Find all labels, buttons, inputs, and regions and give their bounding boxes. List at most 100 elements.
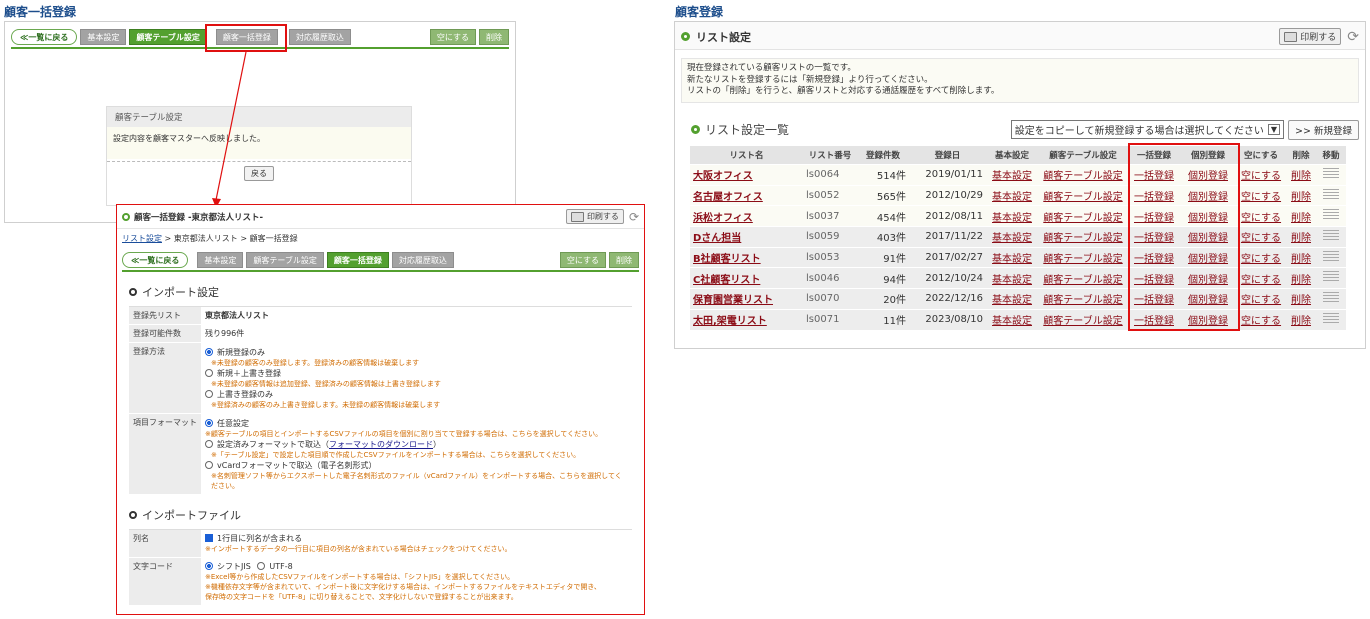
list-name-link[interactable]: Dさん担当 [693,233,741,244]
empty-link[interactable]: 空にする [1241,192,1281,203]
basic-settings-link[interactable]: 基本設定 [992,233,1032,244]
tab-basic[interactable]: 基本設定 [197,252,244,268]
delete-link[interactable]: 削除 [1291,192,1311,203]
radio-icon[interactable] [205,461,213,469]
empty-link[interactable]: 空にする [1241,233,1281,244]
drag-handle-icon[interactable] [1323,209,1339,221]
table-cell: 2023/08/10 [909,309,986,331]
basic-settings-link[interactable]: 基本設定 [992,254,1032,265]
radio-icon[interactable] [205,440,213,448]
tab-history-import[interactable]: 対応履歴取込 [391,252,454,268]
list-no: ls0070 [806,293,840,305]
list-date: 2022/12/16 [925,293,983,305]
format-option-vcard[interactable]: vCardフォーマットで取込（電子名刺形式） [205,460,628,471]
tab-bulk-register[interactable]: 顧客一括登録 [326,252,389,268]
list-name-link[interactable]: 保育園営業リスト [693,295,773,306]
basic-settings-link[interactable]: 基本設定 [992,213,1032,224]
list-name-link[interactable]: C社顧客リスト [693,275,760,286]
import-window: 顧客一括登録 -東京都法人リスト- 印刷する ⟳ リスト設定 > 東京都法人リス… [116,204,645,615]
delete-link[interactable]: 削除 [1291,254,1311,265]
delete-link[interactable]: 削除 [1291,213,1311,224]
delete-link[interactable]: 削除 [1291,275,1311,286]
breadcrumb-list-settings[interactable]: リスト設定 [122,234,162,243]
basic-settings-link[interactable]: 基本設定 [992,171,1032,182]
table-settings-link[interactable]: 顧客テーブル設定 [1043,275,1122,286]
table-settings-link[interactable]: 顧客テーブル設定 [1043,171,1122,182]
drag-handle-icon[interactable] [1323,271,1339,283]
print-button-small[interactable]: 印刷する [565,209,624,224]
table-cell: 削除 [1286,247,1316,269]
format-option-preset[interactable]: 設定済みフォーマットで取込（フォーマットのダウンロード） [205,439,628,450]
table-settings-link[interactable]: 顧客テーブル設定 [1043,316,1122,327]
table-settings-link[interactable]: 顧客テーブル設定 [1043,254,1122,265]
encoding-option-sjis[interactable]: シフトJIS [205,562,251,571]
tab-empty[interactable]: 空にする [559,252,606,268]
method-option-new[interactable]: 新規登録のみ [205,347,628,358]
table-cell: 空にする [1236,309,1286,331]
drag-handle-icon[interactable] [1323,250,1339,262]
new-register-button[interactable]: >> 新規登録 [1288,119,1359,140]
method-label: 登録方法 [129,343,201,413]
method-option-overwrite[interactable]: 上書き登録のみ [205,389,628,400]
tab-delete[interactable]: 削除 [609,252,639,268]
title-bullet-icon [122,212,130,221]
table-settings-link[interactable]: 顧客テーブル設定 [1043,213,1122,224]
table-cell: ls0059 [803,226,857,248]
list-name-link[interactable]: 大阪オフィス [693,171,753,182]
basic-settings-link[interactable]: 基本設定 [992,316,1032,327]
drag-handle-icon[interactable] [1323,167,1339,179]
col-basic: 基本設定 [986,145,1038,165]
copy-select[interactable]: 設定をコピーして新規登録する場合は選択してください ▼ [1010,120,1285,139]
delete-link[interactable]: 削除 [1291,316,1311,327]
delete-link[interactable]: 削除 [1291,233,1311,244]
tab-back[interactable]: ≪一覧に戻る [122,252,189,268]
empty-link[interactable]: 空にする [1241,254,1281,265]
drag-handle-icon[interactable] [1323,229,1339,241]
panel-title: リスト設定 [696,30,751,44]
column-checkbox[interactable]: 1行目に列名が含まれる [205,533,628,544]
radio-icon[interactable] [205,369,213,377]
tab-customer-table[interactable]: 顧客テーブル設定 [246,252,324,268]
refresh-icon[interactable]: ⟳ [629,210,639,224]
table-cell: 2017/02/27 [909,247,986,269]
table-cell: 11件 [857,309,909,331]
radio-selected-icon[interactable] [205,562,213,570]
drag-handle-icon[interactable] [1323,188,1339,200]
table-cell: 基本設定 [986,226,1038,248]
format-option-custom[interactable]: 任意設定 [205,418,628,429]
table-settings-link[interactable]: 顧客テーブル設定 [1043,295,1122,306]
print-button[interactable]: 印刷する [1279,28,1342,45]
radio-selected-icon[interactable] [205,348,213,356]
delete-link[interactable]: 削除 [1291,295,1311,306]
delete-link[interactable]: 削除 [1291,171,1311,182]
table-settings-link[interactable]: 顧客テーブル設定 [1043,192,1122,203]
table-cell [1316,288,1346,310]
radio-icon[interactable] [257,562,266,570]
drag-handle-icon[interactable] [1323,291,1339,303]
encoding-option-utf8[interactable]: UTF-8 [257,562,293,571]
target-list-label: 登録先リスト [129,307,201,324]
format-download-link[interactable]: フォーマットのダウンロード [329,440,433,449]
table-cell: 基本設定 [986,247,1038,269]
empty-link[interactable]: 空にする [1241,171,1281,182]
list-name-link[interactable]: B社顧客リスト [693,254,761,265]
radio-icon[interactable] [205,390,213,398]
radio-selected-icon[interactable] [205,419,213,427]
breadcrumb-sep: > [162,234,174,243]
empty-link[interactable]: 空にする [1241,213,1281,224]
list-name-link[interactable]: 太田,架電リスト [693,316,767,327]
empty-link[interactable]: 空にする [1241,275,1281,286]
drag-handle-icon[interactable] [1323,312,1339,324]
basic-settings-link[interactable]: 基本設定 [992,275,1032,286]
empty-link[interactable]: 空にする [1241,295,1281,306]
list-name-link[interactable]: 浜松オフィス [693,213,753,224]
empty-link[interactable]: 空にする [1241,316,1281,327]
refresh-icon[interactable]: ⟳ [1347,29,1359,45]
basic-settings-link[interactable]: 基本設定 [992,295,1032,306]
checkbox-checked-icon[interactable] [205,534,213,542]
basic-settings-link[interactable]: 基本設定 [992,192,1032,203]
table-cell: 2012/10/24 [909,267,986,290]
method-option-overwrite-add[interactable]: 新規＋上書き登録 [205,368,628,379]
table-settings-link[interactable]: 顧客テーブル設定 [1043,233,1122,244]
list-name-link[interactable]: 名古屋オフィス [693,192,763,203]
